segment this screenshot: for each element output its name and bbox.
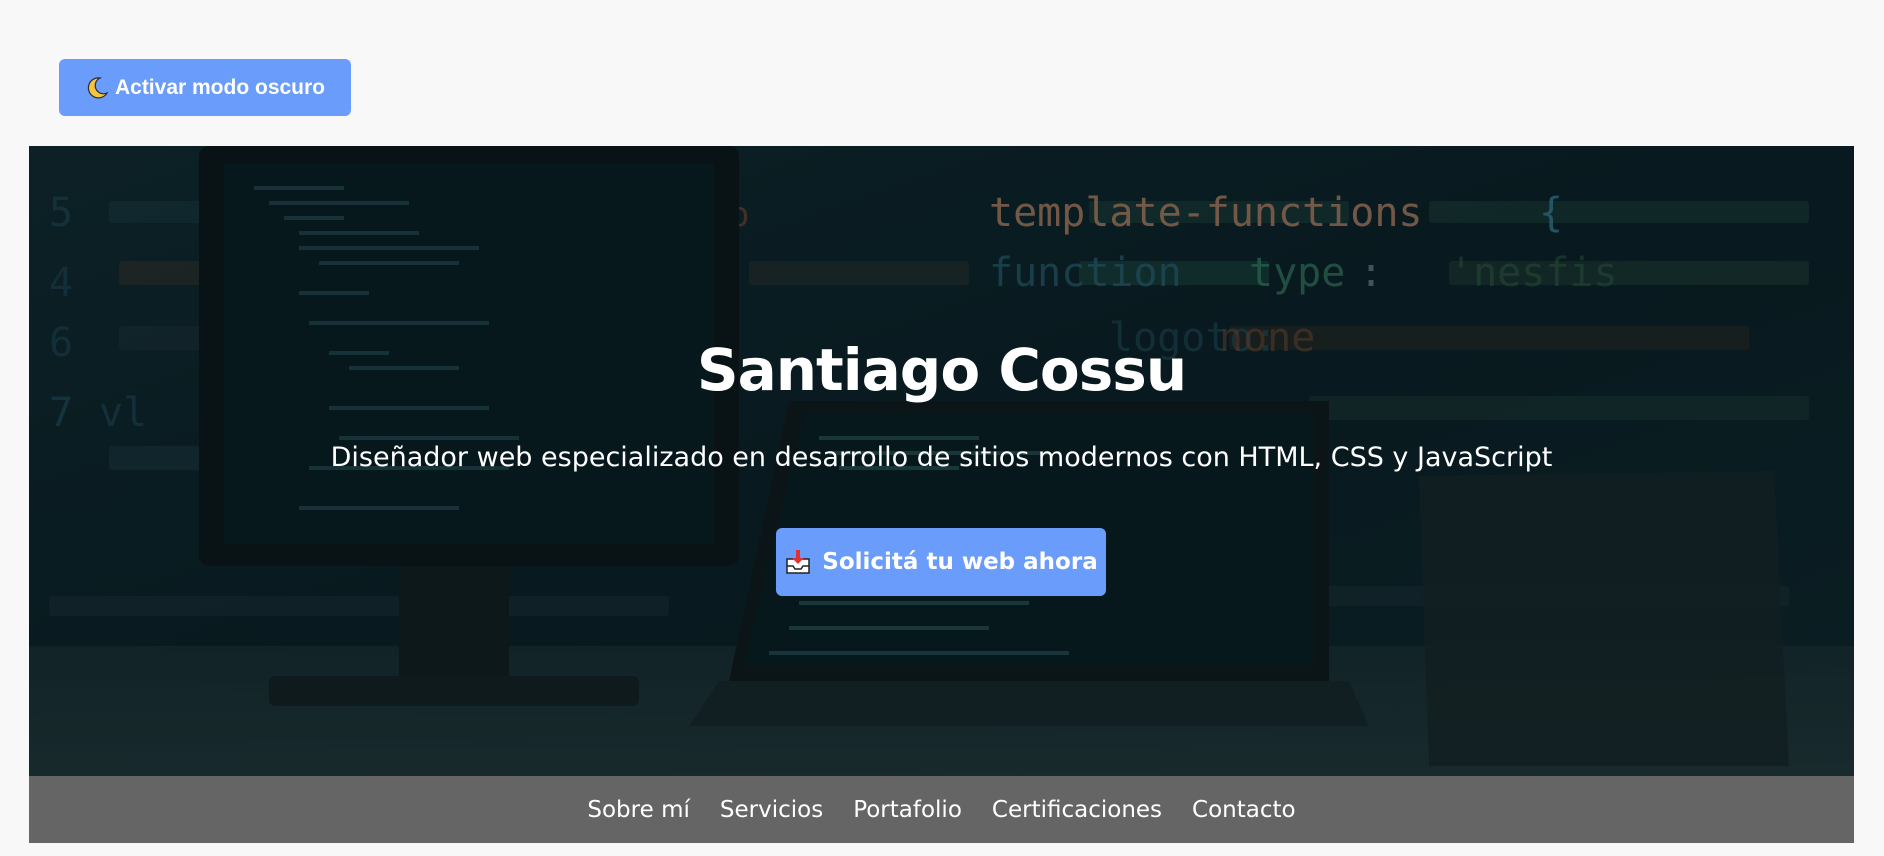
nav-item-sobre-mi[interactable]: Sobre mí <box>587 797 689 823</box>
nav-item-certificaciones[interactable]: Certificaciones <box>992 797 1162 823</box>
hero-title: Santiago Cossu <box>696 336 1187 404</box>
dark-mode-toggle-button[interactable]: Activar modo oscuro <box>59 59 351 116</box>
crescent-moon-icon <box>85 76 109 100</box>
request-website-label: Solicitá tu web ahora <box>822 549 1098 575</box>
hero-section: o template-functions { function type : '… <box>29 146 1854 776</box>
nav-item-portafolio[interactable]: Portafolio <box>853 797 962 823</box>
hero-subtitle: Diseñador web especializado en desarroll… <box>330 442 1553 473</box>
main-navigation: Sobre mí Servicios Portafolio Certificac… <box>29 776 1854 843</box>
dark-mode-toggle-label: Activar modo oscuro <box>114 75 326 99</box>
inbox-tray-icon <box>784 548 812 576</box>
request-website-button[interactable]: Solicitá tu web ahora <box>776 528 1106 596</box>
nav-item-contacto[interactable]: Contacto <box>1192 797 1296 823</box>
nav-item-servicios[interactable]: Servicios <box>720 797 823 823</box>
hero-content: Santiago Cossu Diseñador web especializa… <box>29 146 1854 776</box>
